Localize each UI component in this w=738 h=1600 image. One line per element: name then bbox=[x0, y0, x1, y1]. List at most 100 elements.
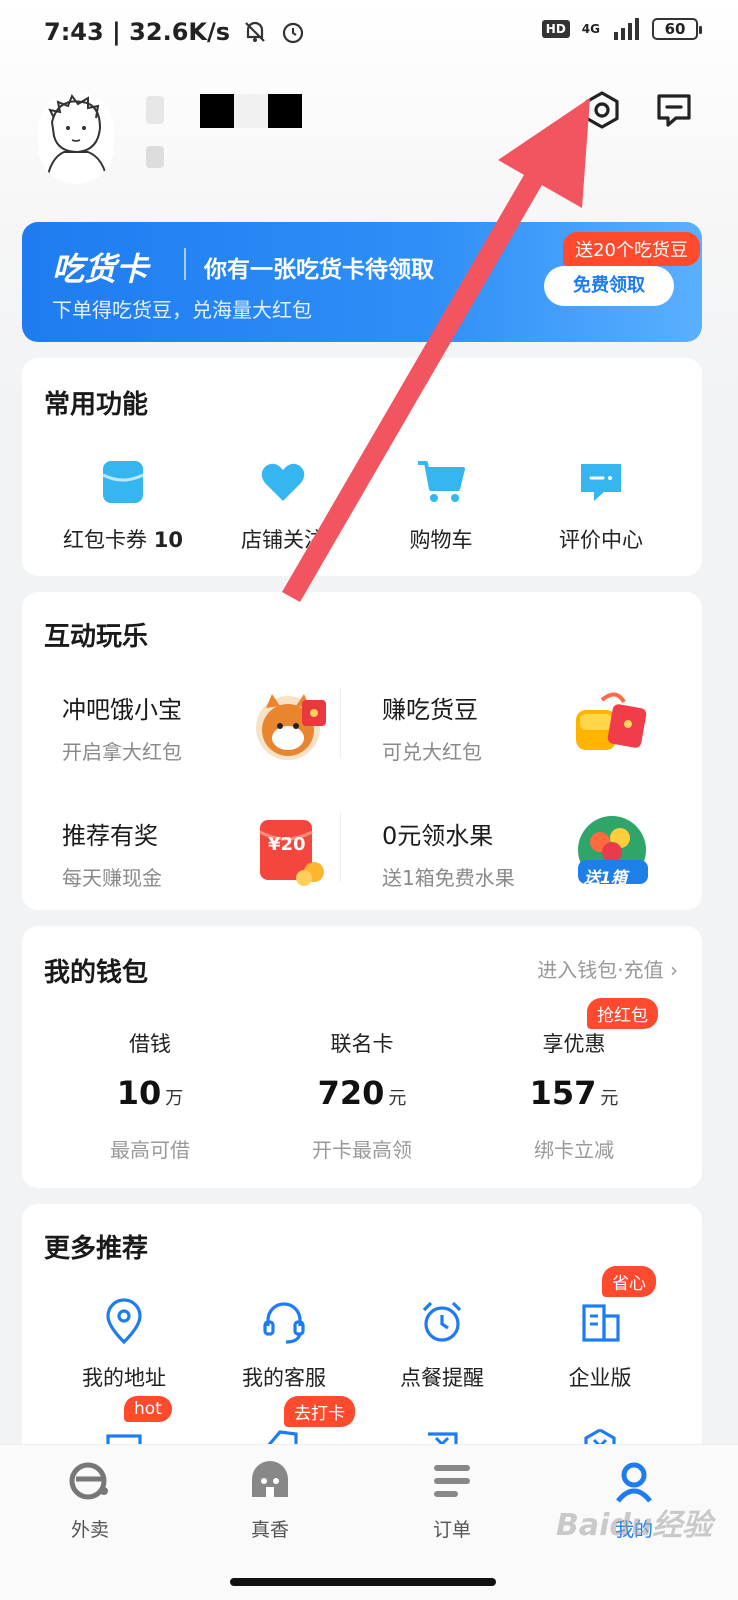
wallet-desc: 绑卡立减 bbox=[534, 1138, 614, 1162]
play-item-free-fruit[interactable]: 0元领水果 送1箱免费水果 送1箱 bbox=[362, 816, 662, 926]
network-label: 4G bbox=[581, 22, 600, 36]
tab-orders[interactable]: 订单 bbox=[392, 1457, 512, 1542]
section-title: 我的钱包 bbox=[44, 958, 149, 988]
redaction-block bbox=[268, 94, 302, 128]
tab-zhenxiang[interactable]: 真香 bbox=[210, 1457, 330, 1542]
meal-reminder-item[interactable]: 点餐提醒 bbox=[362, 1298, 522, 1392]
coupons-label: 红包卡券 bbox=[63, 528, 148, 552]
tab-label: 外卖 bbox=[70, 1519, 109, 1541]
battery-icon: 60 bbox=[652, 18, 702, 40]
wallet-value: 10 bbox=[116, 1074, 162, 1112]
wallet-label: 享优惠 bbox=[542, 1032, 606, 1056]
wallet-card: 我的钱包 进入钱包·充值 › 抢红包 借钱 10 万 最高可借 联名卡 720 元 … bbox=[22, 926, 702, 1188]
wallet-value: 720 bbox=[317, 1074, 385, 1112]
wallet-unit: 元 bbox=[600, 1088, 619, 1109]
more-recommendations-card: 更多推荐 我的地址 我的客服 点餐提醒 企业版 省心 hot 去打卡 bbox=[22, 1204, 702, 1474]
meal-reminder-label: 点餐提醒 bbox=[400, 1366, 484, 1390]
banner-title: 你有一张吃货卡待领取 bbox=[204, 257, 434, 283]
coupon-icon bbox=[102, 461, 144, 503]
beans-redpacket-icon bbox=[576, 692, 647, 750]
interactive-card: 互动玩乐 冲吧饿小宝 开启拿大红包 赚吃货豆 可兑大红包 推荐有奖 每天赚现金 … bbox=[22, 592, 702, 910]
headset-icon bbox=[263, 1302, 305, 1344]
section-title: 互动玩乐 bbox=[44, 622, 149, 652]
play-subtitle: 送1箱免费水果 bbox=[382, 866, 515, 890]
redaction-block bbox=[200, 94, 234, 128]
fruit-box-badge: 送1箱 bbox=[584, 868, 628, 887]
claim-free-button[interactable]: 免费领取 bbox=[544, 266, 674, 306]
heart-icon bbox=[261, 463, 305, 501]
my-address-item[interactable]: 我的地址 bbox=[44, 1298, 204, 1392]
followed-shops-item[interactable]: 店铺关注 bbox=[198, 454, 368, 554]
avatar-illustration-icon bbox=[38, 92, 114, 184]
play-item-referral[interactable]: 推荐有奖 每天赚现金 ¥20 bbox=[42, 816, 342, 926]
enterprise-item[interactable]: 企业版 bbox=[520, 1298, 680, 1392]
hd-icon: HD bbox=[541, 20, 570, 38]
takeout-tab-icon bbox=[69, 1462, 108, 1500]
arrow-head bbox=[498, 98, 590, 208]
divider bbox=[340, 812, 341, 882]
wallet-desc: 开卡最高领 bbox=[312, 1138, 412, 1162]
settings-button[interactable] bbox=[580, 88, 624, 132]
ghost-tab-icon bbox=[252, 1461, 288, 1497]
wallet-value: 157 bbox=[529, 1074, 597, 1112]
alarm-clock-icon bbox=[422, 1301, 462, 1342]
foodie-card-banner[interactable]: 吃货卡 你有一张吃货卡待领取 下单得吃货豆，兑海量大红包 送20个吃货豆 免费领… bbox=[22, 222, 702, 342]
orders-tab-icon bbox=[434, 1465, 470, 1497]
tab-label: 订单 bbox=[432, 1519, 471, 1541]
person-tab-icon bbox=[616, 1462, 652, 1503]
wallet-unit: 万 bbox=[165, 1088, 184, 1109]
banner-divider bbox=[184, 248, 186, 280]
play-subtitle: 可兑大红包 bbox=[382, 740, 482, 764]
play-item-ele-bao[interactable]: 冲吧饿小宝 开启拿大红包 bbox=[42, 690, 342, 800]
followed-shops-label: 店铺关注 bbox=[241, 528, 325, 552]
play-subtitle: 每天赚现金 bbox=[62, 866, 162, 890]
banner-tag: 送20个吃货豆 bbox=[563, 232, 700, 266]
cart-label: 购物车 bbox=[409, 528, 473, 552]
enter-wallet-link[interactable]: 进入钱包·充值 › bbox=[537, 954, 678, 983]
home-indicator[interactable] bbox=[230, 1578, 496, 1586]
play-item-foodie-beans[interactable]: 赚吃货豆 可兑大红包 bbox=[362, 690, 662, 800]
wallet-desc: 最高可借 bbox=[110, 1138, 190, 1162]
shiba-mascot-icon bbox=[256, 694, 326, 760]
play-title: 赚吃货豆 bbox=[382, 696, 478, 724]
messages-button[interactable] bbox=[652, 88, 696, 132]
reviews-label: 评价中心 bbox=[559, 528, 643, 552]
wallet-discount[interactable]: 享优惠 157 元 绑卡立减 bbox=[464, 1028, 684, 1163]
play-title: 0元领水果 bbox=[382, 822, 494, 850]
reward-amount: ¥20 bbox=[268, 834, 306, 855]
status-time: 7:43 | 32.6K/s bbox=[44, 18, 231, 46]
play-subtitle: 开启拿大红包 bbox=[62, 740, 182, 764]
wallet-loan[interactable]: 借钱 10 万 最高可借 bbox=[40, 1028, 260, 1163]
play-title: 推荐有奖 bbox=[62, 822, 158, 850]
cart-item[interactable]: 购物车 bbox=[356, 454, 526, 554]
banner-logo: 吃货卡 bbox=[52, 250, 149, 288]
divider bbox=[340, 688, 341, 758]
review-icon bbox=[581, 464, 621, 501]
status-bar: 7:43 | 32.6K/s HD 4G 60 bbox=[0, 0, 738, 64]
tab-takeout[interactable]: 外卖 bbox=[30, 1457, 150, 1542]
section-title: 常用功能 bbox=[44, 390, 149, 420]
red-envelope-icon: ¥20 bbox=[252, 812, 332, 892]
banner-subtitle: 下单得吃货豆，兑海量大红包 bbox=[52, 298, 312, 322]
customer-service-item[interactable]: 我的客服 bbox=[204, 1298, 364, 1392]
user-name bbox=[146, 96, 164, 124]
coupons-count: 10 bbox=[153, 528, 183, 552]
play-title: 冲吧饿小宝 bbox=[62, 696, 182, 724]
hot-badge: hot bbox=[124, 1396, 172, 1422]
bell-muted-icon bbox=[245, 21, 265, 42]
coupons-item[interactable]: 红包卡券 10 bbox=[38, 454, 208, 554]
avatar[interactable] bbox=[38, 92, 114, 184]
wallet-cobrand-card[interactable]: 联名卡 720 元 开卡最高领 bbox=[252, 1028, 472, 1163]
tab-label: 真香 bbox=[250, 1519, 289, 1541]
user-subtitle bbox=[146, 146, 164, 168]
reviews-item[interactable]: 评价中心 bbox=[516, 454, 686, 554]
alarm-icon bbox=[282, 22, 304, 44]
wallet-label: 联名卡 bbox=[330, 1032, 394, 1056]
watermark: Baidu经验 bbox=[556, 1508, 713, 1543]
message-icon bbox=[657, 94, 691, 127]
my-address-label: 我的地址 bbox=[82, 1366, 166, 1390]
location-pin-icon bbox=[106, 1298, 142, 1345]
checkin-badge: 去打卡 bbox=[284, 1396, 355, 1427]
wallet-unit: 元 bbox=[388, 1088, 407, 1109]
grab-redpacket-tag: 抢红包 bbox=[587, 998, 658, 1029]
